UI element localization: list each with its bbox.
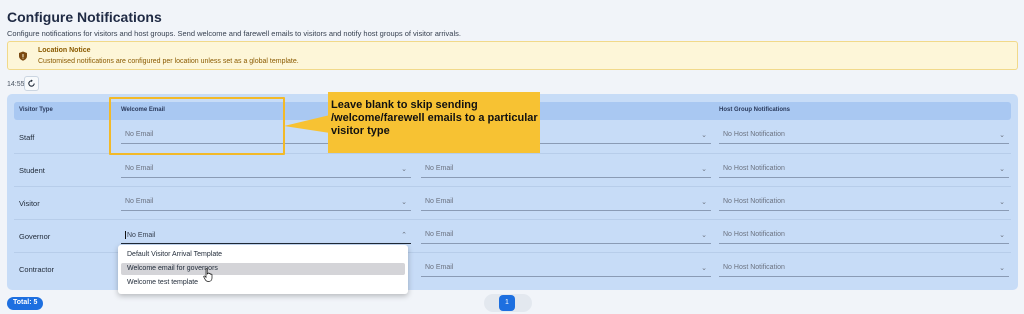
welcome-email-select[interactable]: No Email ⌃ xyxy=(121,229,411,244)
table-row: Student No Email ⌄ No Email ⌄ No Host No… xyxy=(14,154,1011,187)
total-badge: Total: 5 xyxy=(7,297,44,310)
host-notification-select[interactable]: No Host Notification ⌄ xyxy=(719,229,1009,244)
welcome-email-select[interactable]: No Email ⌄ xyxy=(121,196,411,211)
host-notification-select[interactable]: No Host Notification ⌄ xyxy=(719,196,1009,211)
row-label: Visitor xyxy=(19,199,40,208)
chevron-up-icon: ⌃ xyxy=(401,232,407,239)
chevron-down-icon: ⌄ xyxy=(701,132,707,139)
row-label: Staff xyxy=(19,133,35,142)
dropdown-option[interactable]: Welcome email for governors xyxy=(121,263,405,275)
refresh-icon xyxy=(28,79,35,87)
row-label: Student xyxy=(19,166,45,175)
page-subtitle: Configure notifications for visitors and… xyxy=(7,29,461,38)
highlight-frame xyxy=(109,97,285,155)
dropdown-option[interactable]: Default Visitor Arrival Template xyxy=(121,249,405,261)
notice-text: Customised notifications are configured … xyxy=(38,58,299,65)
farewell-email-select[interactable]: No Email ⌄ xyxy=(421,163,711,178)
dropdown-option[interactable]: Welcome test template xyxy=(121,277,405,289)
location-notice: Location Notice Customised notifications… xyxy=(7,41,1018,70)
chevron-down-icon: ⌄ xyxy=(701,199,707,206)
header-host-group: Host Group Notifications xyxy=(719,107,790,113)
shield-icon xyxy=(19,51,27,61)
farewell-email-select[interactable]: No Email ⌄ xyxy=(421,196,711,211)
callout-pointer xyxy=(284,115,330,133)
hand-cursor-icon xyxy=(203,268,213,282)
farewell-email-select[interactable]: No Email ⌄ xyxy=(421,229,711,244)
refresh-button[interactable] xyxy=(24,76,39,91)
chevron-down-icon: ⌄ xyxy=(701,265,707,272)
host-notification-select[interactable]: No Host Notification ⌄ xyxy=(719,262,1009,277)
chevron-down-icon: ⌄ xyxy=(999,132,1005,139)
welcome-email-dropdown: Default Visitor Arrival Template Welcome… xyxy=(118,245,408,294)
page-title: Configure Notifications xyxy=(7,9,162,25)
page-button[interactable]: 1 xyxy=(499,295,515,311)
chevron-down-icon: ⌄ xyxy=(999,232,1005,239)
header-visitor-type: Visitor Type xyxy=(19,107,53,113)
host-notification-select[interactable]: No Host Notification ⌄ xyxy=(719,129,1009,144)
chevron-down-icon: ⌄ xyxy=(999,265,1005,272)
annotation-callout: Leave blank to skip sending /welcome/far… xyxy=(328,92,540,153)
chevron-down-icon: ⌄ xyxy=(701,232,707,239)
chevron-down-icon: ⌄ xyxy=(401,199,407,206)
welcome-email-select[interactable]: No Email ⌄ xyxy=(121,163,411,178)
chevron-down-icon: ⌄ xyxy=(701,166,707,173)
row-label: Governor xyxy=(19,232,51,241)
time-label: 14:55 xyxy=(7,81,25,88)
chevron-down-icon: ⌄ xyxy=(401,166,407,173)
chevron-down-icon: ⌄ xyxy=(999,166,1005,173)
row-label: Contractor xyxy=(19,265,55,274)
farewell-email-select[interactable]: No Email ⌄ xyxy=(421,262,711,277)
table-row: Visitor No Email ⌄ No Email ⌄ No Host No… xyxy=(14,187,1011,220)
text-cursor xyxy=(125,231,126,239)
callout-text: Leave blank to skip sending /welcome/far… xyxy=(331,99,538,137)
chevron-down-icon: ⌄ xyxy=(999,199,1005,206)
notice-title: Location Notice xyxy=(38,47,91,54)
host-notification-select[interactable]: No Host Notification ⌄ xyxy=(719,163,1009,178)
